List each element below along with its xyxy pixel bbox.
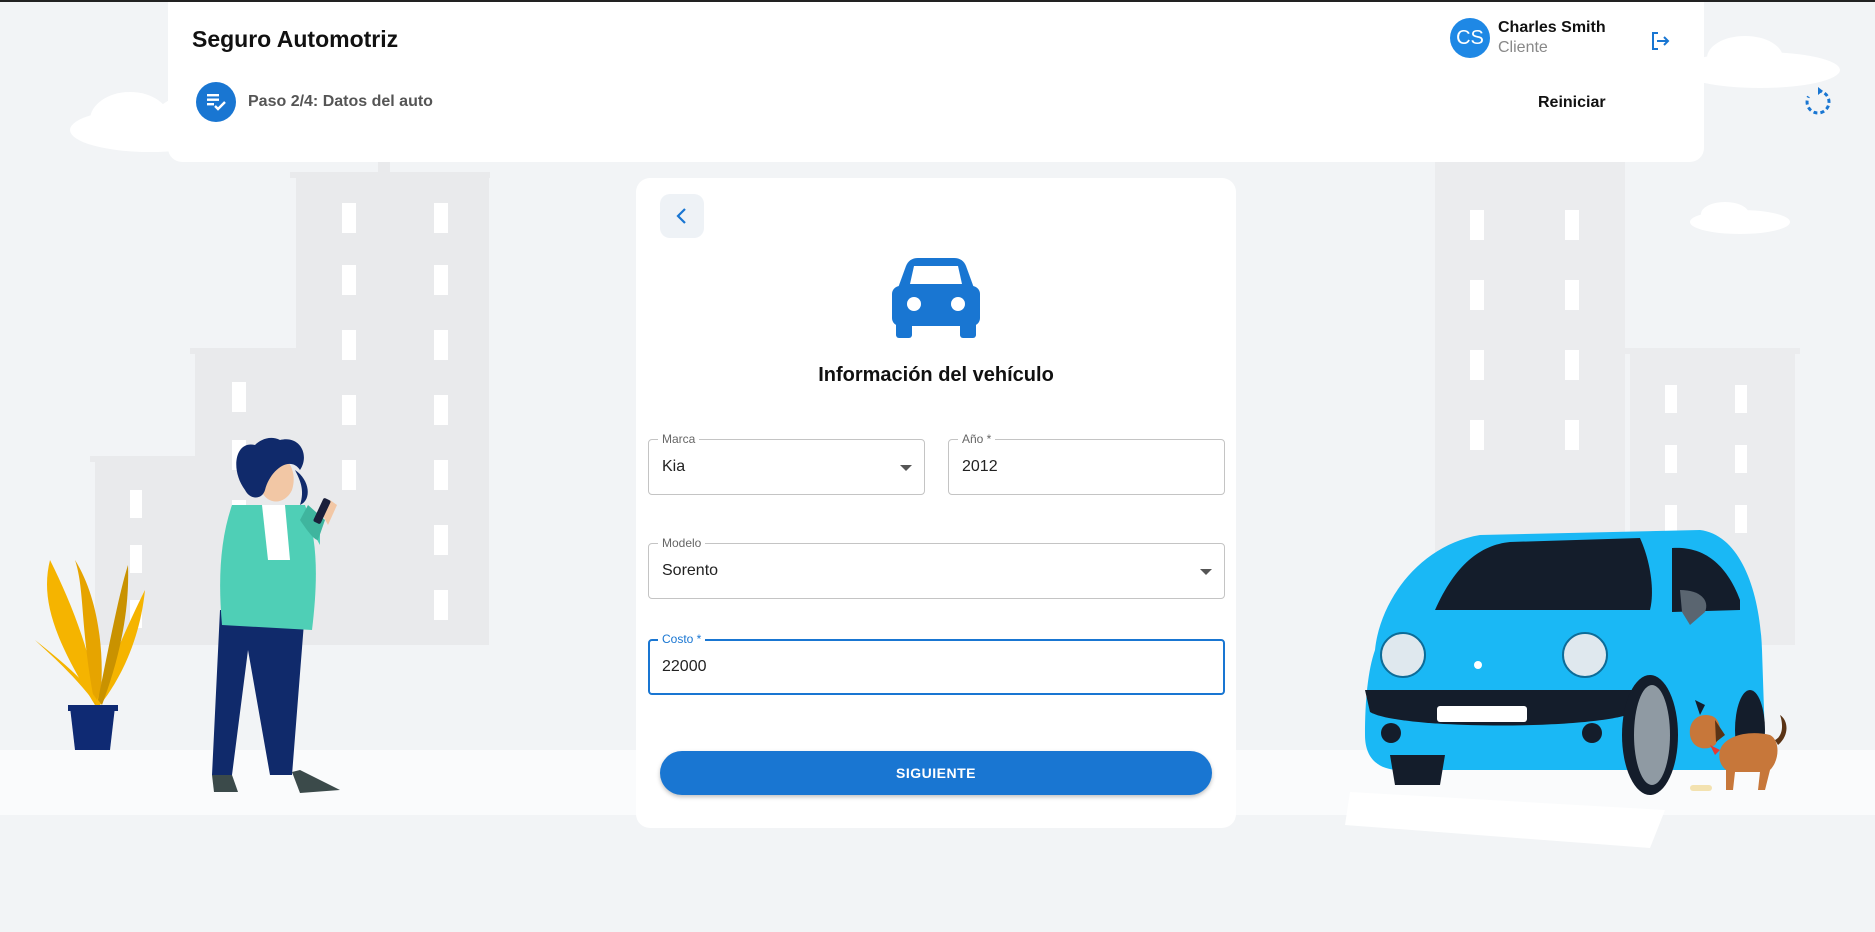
anio-label: Año *: [958, 431, 996, 447]
marca-select[interactable]: Marca Kia: [648, 431, 925, 495]
vehicle-form-card: Información del vehículo Marca Kia Año *…: [636, 178, 1236, 828]
checklist-icon: [196, 82, 236, 122]
user-profile: CS Charles Smith Cliente: [1450, 18, 1606, 58]
marca-label: Marca: [658, 431, 700, 447]
reset-label[interactable]: Reiniciar: [1538, 94, 1606, 112]
app-title: Seguro Automotriz: [192, 26, 399, 52]
restart-icon: [1805, 87, 1831, 115]
chevron-down-icon: [1200, 569, 1212, 575]
back-button[interactable]: [660, 194, 704, 238]
step-indicator: Paso 2/4: Datos del auto: [196, 82, 433, 122]
marca-value: Kia: [662, 458, 686, 475]
modelo-value: Sorento: [662, 562, 719, 579]
reset-button[interactable]: [1800, 84, 1836, 120]
modelo-label: Modelo: [658, 535, 706, 551]
costo-label: Costo *: [658, 631, 706, 647]
header-card: Seguro Automotriz Paso 2/4: Datos del au…: [168, 2, 1831, 162]
avatar: CS: [1450, 18, 1490, 58]
costo-input[interactable]: Costo * 22000: [648, 631, 1225, 695]
next-button[interactable]: SIGUIENTE: [660, 751, 1212, 795]
logout-button[interactable]: [1645, 26, 1675, 56]
costo-value: 22000: [662, 658, 707, 675]
step-label: Paso 2/4: Datos del auto: [248, 93, 433, 110]
logout-icon: [1652, 32, 1670, 50]
anio-value: 2012: [962, 458, 998, 475]
chevron-left-icon: [676, 208, 686, 224]
modelo-select[interactable]: Modelo Sorento: [648, 535, 1225, 599]
car-icon: [892, 258, 980, 338]
user-name: Charles Smith: [1498, 19, 1606, 36]
anio-input[interactable]: Año * 2012: [948, 431, 1225, 495]
chevron-down-icon: [900, 465, 912, 471]
form-title: Información del vehículo: [818, 364, 1054, 386]
user-role: Cliente: [1498, 39, 1548, 56]
